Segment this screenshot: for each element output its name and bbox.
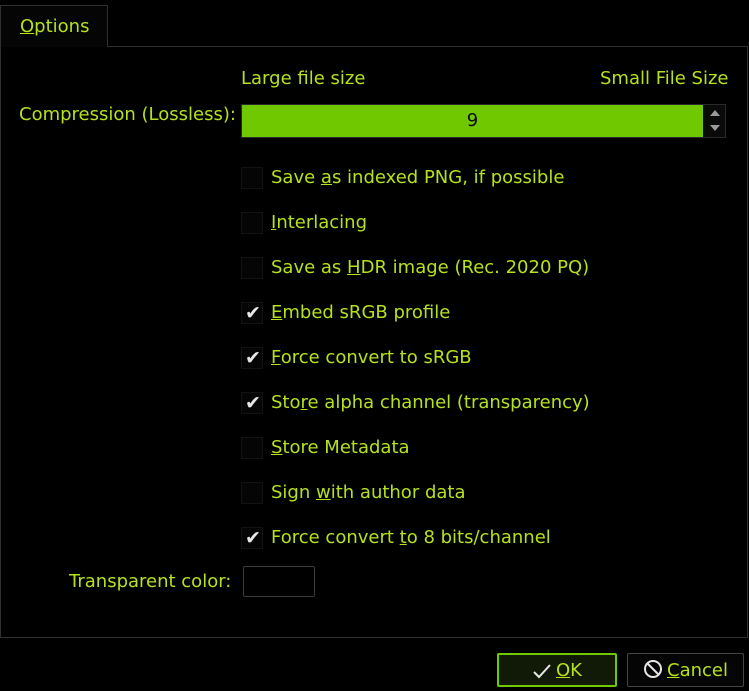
tab-options-label: Options <box>20 16 90 37</box>
checkbox-label: Force convert to 8 bits/channel <box>271 527 551 548</box>
spin-down-button[interactable] <box>707 121 723 136</box>
checkbox[interactable] <box>241 167 263 189</box>
checkbox[interactable]: ✔ <box>241 392 263 414</box>
checkbox-label: Save as HDR image (Rec. 2020 PQ) <box>271 257 590 278</box>
checkmark-icon: ✔ <box>245 527 261 549</box>
tab-options[interactable]: Options <box>0 5 108 47</box>
ok-accel-key: O <box>556 660 571 681</box>
spin-up-button[interactable] <box>707 106 723 121</box>
large-file-size-hint: Large file size <box>241 68 366 89</box>
checkbox[interactable]: ✔ <box>241 347 263 369</box>
checkbox[interactable]: ✔ <box>241 527 263 549</box>
arrow-up-icon <box>710 110 720 116</box>
checkbox[interactable]: ✔ <box>241 302 263 324</box>
cancel-button[interactable]: Cancel <box>627 653 744 687</box>
checkmark-icon: ✔ <box>245 302 261 324</box>
small-file-size-hint: Small File Size <box>600 68 729 89</box>
checkmark-icon: ✔ <box>245 392 261 414</box>
checkbox-label: Store alpha channel (transparency) <box>271 392 590 413</box>
cancel-accel-key: C <box>667 660 680 681</box>
checkbox[interactable] <box>241 482 263 504</box>
checkbox-label: Embed sRGB profile <box>271 302 451 323</box>
checkbox-label: Store Metadata <box>271 437 410 458</box>
checkmark-icon: ✔ <box>245 347 261 369</box>
compression-label: Compression (Lossless): <box>19 104 236 125</box>
ok-button[interactable]: OK <box>497 653 617 687</box>
checkbox-label: Sign with author data <box>271 482 466 503</box>
compression-value[interactable]: 9 <box>242 110 703 132</box>
checkbox[interactable] <box>241 212 263 234</box>
transparent-color-button[interactable] <box>243 566 315 597</box>
compression-spinbox[interactable]: 9 <box>241 104 726 138</box>
check-icon <box>533 664 551 679</box>
checkbox-label: Interlacing <box>271 212 368 233</box>
transparent-color-label: Transparent color: <box>69 571 232 592</box>
checkbox-label: Save as indexed PNG, if possible <box>271 167 565 188</box>
checkbox-label: Force convert to sRGB <box>271 347 472 368</box>
checkbox[interactable] <box>241 437 263 459</box>
cancel-icon <box>644 660 662 678</box>
checkbox[interactable] <box>241 257 263 279</box>
arrow-down-icon <box>710 125 720 131</box>
